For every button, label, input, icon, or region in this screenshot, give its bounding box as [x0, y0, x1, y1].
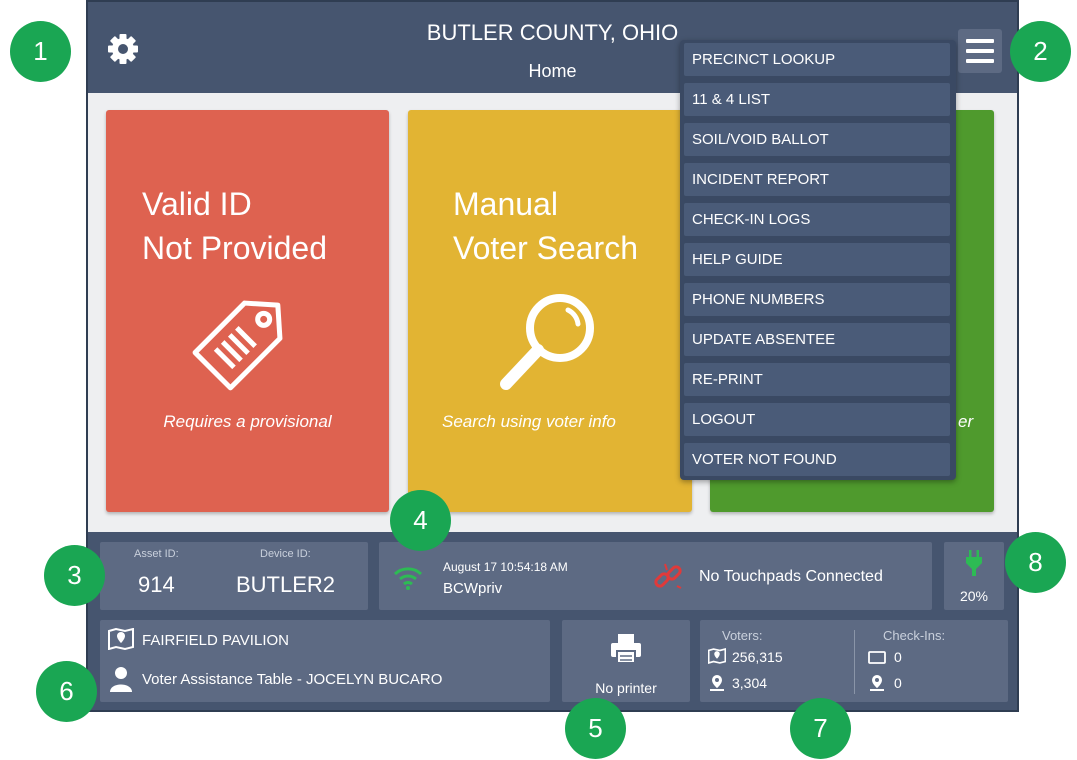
- valid-id-not-provided-tile[interactable]: Valid ID Not Provided Requires a provisi…: [106, 110, 389, 512]
- callout-1: 1: [10, 21, 71, 82]
- tile-subtitle: Search using voter info: [442, 412, 616, 431]
- menu-item-re-print[interactable]: RE-PRINT: [684, 363, 950, 396]
- voters-total: 256,315: [732, 649, 783, 665]
- tag-icon: [192, 300, 283, 391]
- callout-3: 3: [44, 545, 105, 606]
- tile-subtitle: Requires a provisional: [163, 412, 332, 431]
- menu-item-check-in-logs[interactable]: CHECK-IN LOGS: [684, 203, 950, 236]
- person-icon: [110, 667, 132, 692]
- callout-4: 4: [390, 490, 451, 551]
- printer-panel[interactable]: No printer: [562, 620, 690, 702]
- location-pin-icon: [870, 675, 884, 691]
- menu-item-logout[interactable]: LOGOUT: [684, 403, 950, 436]
- device-info-panel: Asset ID: 914 Device ID: BUTLER2: [100, 542, 368, 610]
- stats-divider: [854, 630, 855, 694]
- network-ssid: BCWpriv: [443, 580, 503, 597]
- menu-item-incident-report[interactable]: INCIDENT REPORT: [684, 163, 950, 196]
- checkins-label: Check-Ins:: [883, 628, 946, 643]
- gear-icon: [108, 34, 138, 64]
- callout-5: 5: [565, 698, 626, 759]
- callout-7: 7: [790, 698, 851, 759]
- site-name: FAIRFIELD PAVILION: [142, 632, 289, 649]
- wifi-icon: [393, 567, 423, 590]
- status-footer: Asset ID: 914 Device ID: BUTLER2 August …: [88, 532, 1017, 710]
- settings-button[interactable]: [103, 29, 143, 69]
- menu-item-soil-void-ballot[interactable]: SOIL/VOID BALLOT: [684, 123, 950, 156]
- stats-panel: Voters: 256,315 3,304 Check-Ins: 0 0: [700, 620, 1008, 702]
- checkins-precinct: 0: [894, 675, 902, 691]
- datetime-text: August 17 10:54:18 AM: [443, 560, 568, 574]
- device-id-label: Device ID:: [260, 548, 311, 560]
- asset-id-value: 914: [138, 572, 175, 597]
- menu-item-11-4-list[interactable]: 11 & 4 LIST: [684, 83, 950, 116]
- tile-subtitle: er: [958, 412, 974, 431]
- battery-percent: 20%: [959, 588, 989, 604]
- manual-voter-search-tile[interactable]: Manual Voter Search Search using voter i…: [408, 110, 692, 512]
- map-pin-icon: [708, 648, 726, 664]
- app-screen: BUTLER COUNTY, OHIO Home Valid ID Not Pr…: [86, 0, 1019, 712]
- callout-8: 8: [1005, 532, 1066, 593]
- menu-item-voter-not-found[interactable]: VOTER NOT FOUND: [684, 443, 950, 476]
- menu-item-precinct-lookup[interactable]: PRECINCT LOOKUP: [684, 43, 950, 76]
- hamburger-menu-button[interactable]: [958, 29, 1002, 73]
- menu-item-update-absentee[interactable]: UPDATE ABSENTEE: [684, 323, 950, 356]
- printer-icon: [611, 634, 641, 664]
- checkins-total: 0: [894, 649, 902, 665]
- station-name: Voter Assistance Table - JOCELYN BUCARO: [142, 671, 443, 688]
- device-id-value: BUTLER2: [236, 572, 336, 597]
- voters-precinct: 3,304: [732, 675, 768, 691]
- printer-status: No printer: [595, 680, 657, 696]
- menu-item-phone-numbers[interactable]: PHONE NUMBERS: [684, 283, 950, 316]
- menu-item-help-guide[interactable]: HELP GUIDE: [684, 243, 950, 276]
- broken-link-icon: [654, 563, 682, 589]
- magnifier-icon: [500, 294, 594, 390]
- callout-2: 2: [1010, 21, 1071, 82]
- tablet-icon: [868, 651, 886, 664]
- main-menu-dropdown: PRECINCT LOOKUP 11 & 4 LIST SOIL/VOID BA…: [680, 40, 956, 480]
- voters-label: Voters:: [722, 628, 763, 643]
- plug-icon: [966, 550, 982, 576]
- asset-id-label: Asset ID:: [134, 548, 179, 560]
- battery-panel: 20%: [944, 542, 1004, 610]
- tile-title: Manual Voter Search: [453, 186, 638, 266]
- map-pin-icon: [108, 628, 134, 650]
- callout-6: 6: [36, 661, 97, 722]
- location-panel: FAIRFIELD PAVILION Voter Assistance Tabl…: [100, 620, 550, 702]
- location-pin-icon: [710, 675, 724, 691]
- touchpads-status: No Touchpads Connected: [699, 568, 883, 585]
- tile-title: Valid ID Not Provided: [142, 186, 327, 266]
- network-panel: August 17 10:54:18 AM BCWpriv No Touchpa…: [379, 542, 932, 610]
